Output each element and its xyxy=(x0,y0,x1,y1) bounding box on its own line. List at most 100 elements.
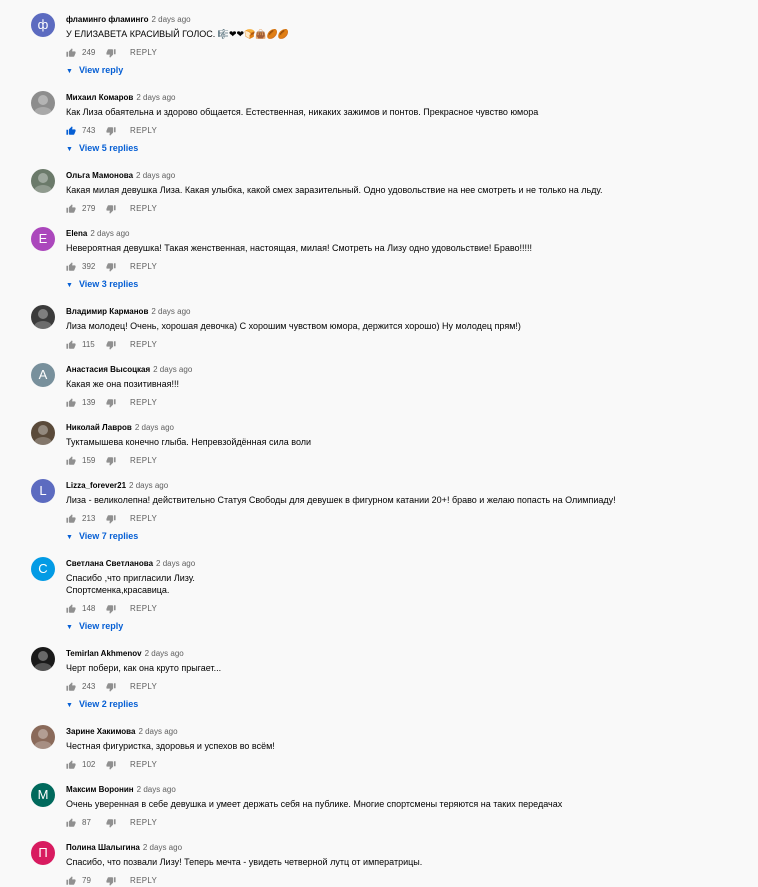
comment-time[interactable]: 2 days ago xyxy=(135,423,174,432)
dislike-button[interactable] xyxy=(106,682,116,692)
comment-header: Ольга Мамонова 2 days ago xyxy=(66,171,175,180)
reply-button[interactable]: REPLY xyxy=(130,125,157,137)
comment-text: Черт побери, как она круто прыгает... xyxy=(66,663,222,673)
comment-author[interactable]: Светлана Светланова xyxy=(66,559,153,568)
avatar[interactable] xyxy=(31,421,55,445)
like-count: 213 xyxy=(82,514,96,523)
comment-author[interactable]: Николай Лавров xyxy=(66,423,132,432)
like-button[interactable] xyxy=(66,604,76,614)
reply-button[interactable]: REPLY xyxy=(130,455,157,467)
comment-time[interactable]: 2 days ago xyxy=(90,229,129,238)
comment-header: Михаил Комаров 2 days ago xyxy=(66,93,175,102)
comment-time[interactable]: 2 days ago xyxy=(137,785,176,794)
avatar[interactable]: ф xyxy=(31,13,55,37)
like-button[interactable] xyxy=(66,514,76,524)
view-replies-button[interactable]: ▼ View 5 replies xyxy=(66,142,138,156)
view-replies-button[interactable]: ▼ View reply xyxy=(66,64,123,78)
comment-time[interactable]: 2 days ago xyxy=(138,727,177,736)
dislike-button[interactable] xyxy=(106,340,116,350)
view-replies-label: View 3 replies xyxy=(78,279,139,289)
comment-time[interactable]: 2 days ago xyxy=(143,843,182,852)
comment-author[interactable]: Максим Воронин xyxy=(66,785,134,794)
avatar[interactable] xyxy=(31,647,55,671)
comment-time[interactable]: 2 days ago xyxy=(151,15,190,24)
comment-author[interactable]: Владимир Карманов xyxy=(66,307,148,316)
reply-button[interactable]: REPLY xyxy=(130,759,157,771)
reply-button[interactable]: REPLY xyxy=(130,603,157,615)
chevron-down-icon: ▼ xyxy=(66,702,73,709)
avatar[interactable] xyxy=(31,91,55,115)
view-replies-button[interactable]: ▼ View 3 replies xyxy=(66,278,138,292)
dislike-button[interactable] xyxy=(106,514,116,524)
comment-author[interactable]: фламинго фламинго xyxy=(66,15,148,24)
reply-button[interactable]: REPLY xyxy=(130,203,157,215)
comment-time[interactable]: 2 days ago xyxy=(136,171,175,180)
dislike-button[interactable] xyxy=(106,818,116,828)
like-button[interactable] xyxy=(66,682,76,692)
view-replies-button[interactable]: ▼ View 2 replies xyxy=(66,698,138,712)
comment-time[interactable]: 2 days ago xyxy=(153,365,192,374)
like-button[interactable] xyxy=(66,262,76,272)
comment-text: Очень уверенная в себе девушка и умеет д… xyxy=(66,799,563,809)
reply-button[interactable]: REPLY xyxy=(130,261,157,273)
reply-button[interactable]: REPLY xyxy=(130,339,157,351)
dislike-button[interactable] xyxy=(106,398,116,408)
avatar[interactable]: M xyxy=(31,783,55,807)
comment-time[interactable]: 2 days ago xyxy=(156,559,195,568)
comment-author[interactable]: Ольга Мамонова xyxy=(66,171,133,180)
reply-button[interactable]: REPLY xyxy=(130,875,157,887)
like-count: 159 xyxy=(82,456,96,465)
comment-text: Как Лиза обаятельна и здорово общается. … xyxy=(66,107,539,117)
like-button[interactable] xyxy=(66,340,76,350)
avatar[interactable] xyxy=(31,305,55,329)
comment-time[interactable]: 2 days ago xyxy=(129,481,168,490)
dislike-button[interactable] xyxy=(106,126,116,136)
avatar[interactable]: C xyxy=(31,557,55,581)
avatar[interactable]: A xyxy=(31,363,55,387)
comment-time[interactable]: 2 days ago xyxy=(145,649,184,658)
reply-button[interactable]: REPLY xyxy=(130,47,157,59)
comment-time[interactable]: 2 days ago xyxy=(151,307,190,316)
like-count: 79 xyxy=(82,876,91,885)
avatar[interactable]: E xyxy=(31,227,55,251)
dislike-button[interactable] xyxy=(106,204,116,214)
dislike-button[interactable] xyxy=(106,262,116,272)
comment-author[interactable]: Temirlan Akhmenov xyxy=(66,649,142,658)
reply-button[interactable]: REPLY xyxy=(130,681,157,693)
comment-text: Спасибо, что позвали Лизу! Теперь мечта … xyxy=(66,857,423,867)
reply-button[interactable]: REPLY xyxy=(130,397,157,409)
dislike-button[interactable] xyxy=(106,760,116,770)
comment-header: Temirlan Akhmenov 2 days ago xyxy=(66,649,184,658)
comment-author[interactable]: Анастасия Высоцкая xyxy=(66,365,150,374)
comment-text: Лиза молодец! Очень, хорошая девочка) С … xyxy=(66,321,521,331)
like-button[interactable] xyxy=(66,126,76,136)
comment-author[interactable]: Полина Шалыгина xyxy=(66,843,140,852)
avatar[interactable]: L xyxy=(31,479,55,503)
like-button[interactable] xyxy=(66,48,76,58)
like-count: 148 xyxy=(82,604,96,613)
avatar[interactable] xyxy=(31,725,55,749)
comment-text: У ЕЛИЗАВЕТА КРАСИВЫЙ ГОЛОС. 🎼❤❤🍞👜🏉🏉 xyxy=(66,29,289,39)
comment-author[interactable]: Зарине Хакимова xyxy=(66,727,135,736)
comment-author[interactable]: Lizza_forever21 xyxy=(66,481,126,490)
like-button[interactable] xyxy=(66,456,76,466)
avatar[interactable] xyxy=(31,169,55,193)
avatar[interactable]: П xyxy=(31,841,55,865)
view-replies-button[interactable]: ▼ View 7 replies xyxy=(66,530,138,544)
like-button[interactable] xyxy=(66,760,76,770)
like-count: 87 xyxy=(82,818,91,827)
comment-text: Честная фигуристка, здоровья и успехов в… xyxy=(66,741,275,751)
comment-time[interactable]: 2 days ago xyxy=(136,93,175,102)
view-replies-button[interactable]: ▼ View reply xyxy=(66,620,123,634)
reply-button[interactable]: REPLY xyxy=(130,817,157,829)
dislike-button[interactable] xyxy=(106,48,116,58)
like-button[interactable] xyxy=(66,398,76,408)
like-button[interactable] xyxy=(66,818,76,828)
dislike-button[interactable] xyxy=(106,456,116,466)
comment-author[interactable]: Михаил Комаров xyxy=(66,93,133,102)
comment-text: Спасибо ,что пригласили Лизу. xyxy=(66,573,195,583)
reply-button[interactable]: REPLY xyxy=(130,513,157,525)
like-button[interactable] xyxy=(66,204,76,214)
dislike-button[interactable] xyxy=(106,604,116,614)
comment-author[interactable]: Elena xyxy=(66,229,87,238)
